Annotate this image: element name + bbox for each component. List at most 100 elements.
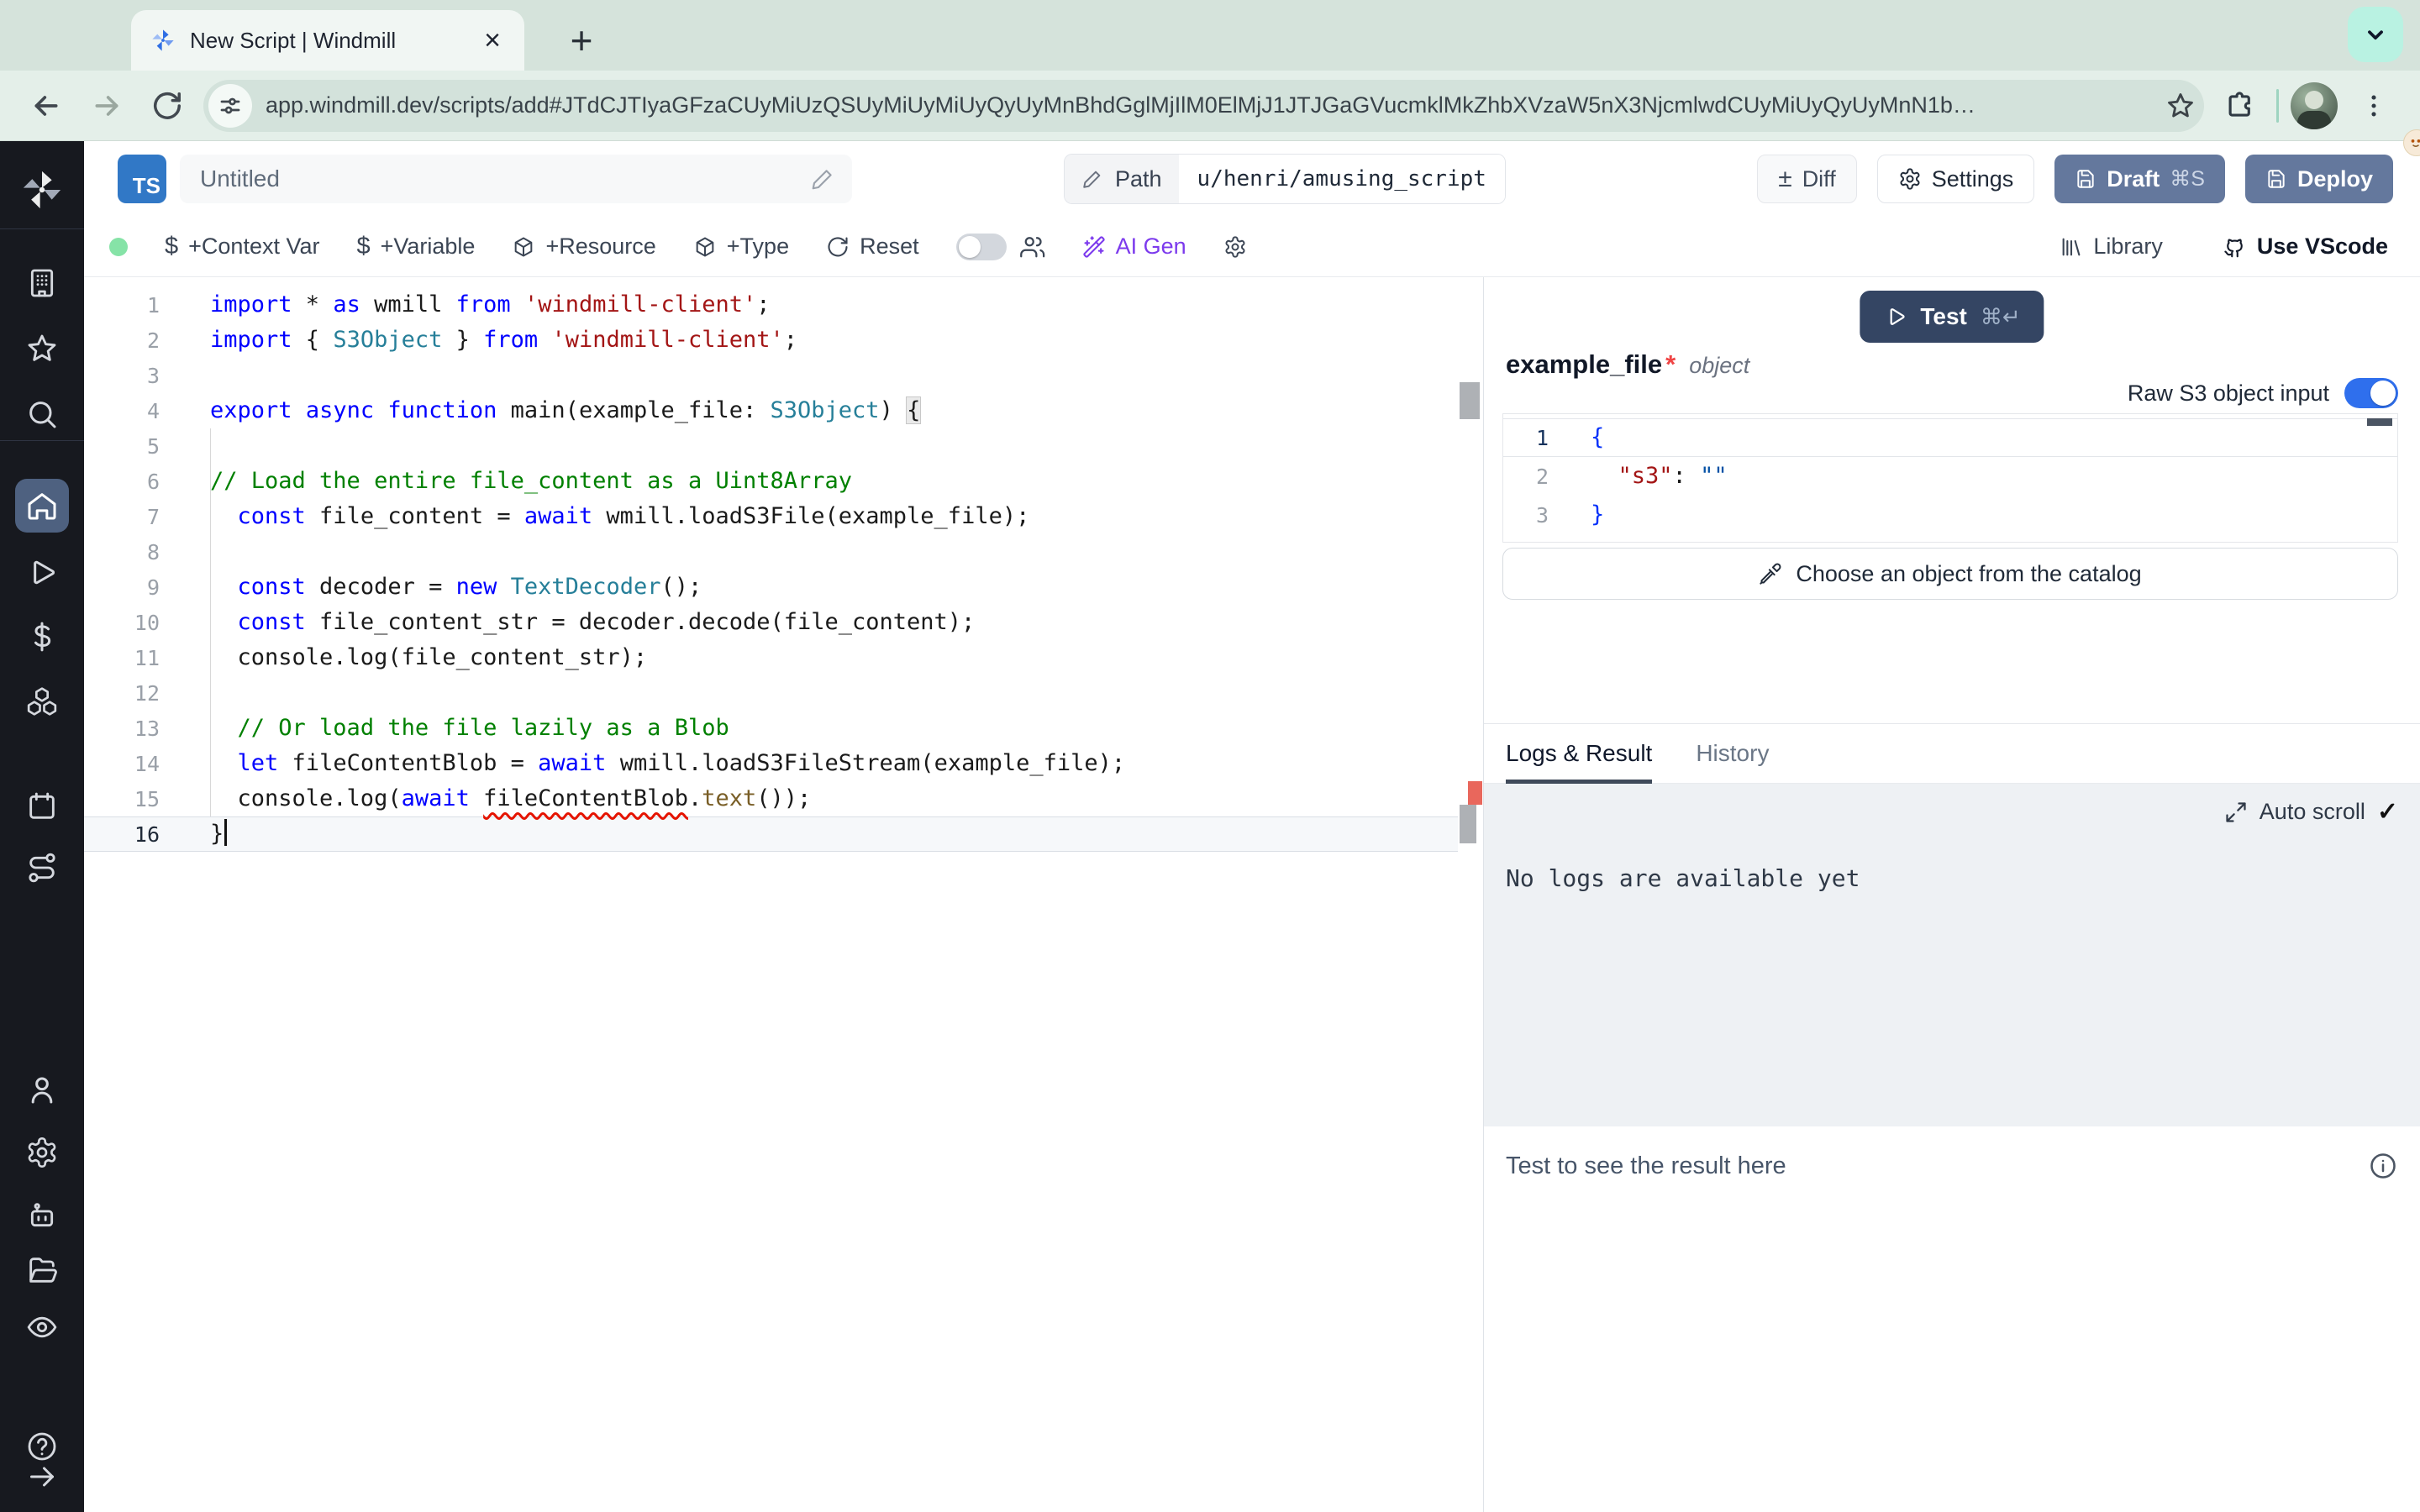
- raw-s3-toggle[interactable]: [2344, 378, 2398, 408]
- sidebar-item-audit eye-icon[interactable]: [15, 1300, 69, 1354]
- ai-gen-button[interactable]: AI Gen: [1082, 234, 1186, 260]
- context-var-label: +Context Var: [188, 234, 319, 260]
- deploy-button[interactable]: Deploy: [2245, 155, 2393, 203]
- editor-scrollbar-thumb[interactable]: [1460, 382, 1480, 419]
- code-line[interactable]: 2import { S3Object } from 'windmill-clie…: [84, 323, 1458, 358]
- toggle-off[interactable]: [956, 234, 1007, 260]
- code-line[interactable]: 14 let fileContentBlob = await wmill.loa…: [84, 746, 1458, 781]
- gear-icon: [1898, 167, 1922, 191]
- code-line[interactable]: 3}: [1503, 496, 2397, 534]
- type-label: +Type: [727, 234, 789, 260]
- settings-button[interactable]: Settings: [1877, 155, 2035, 203]
- test-button[interactable]: Test ⌘↵: [1860, 291, 2044, 343]
- text-cursor: [224, 819, 227, 846]
- logs-panel: Auto scroll ✓ No logs are available yet: [1484, 784, 2420, 1126]
- windmill-logo[interactable]: [15, 163, 69, 217]
- tab-logs-result[interactable]: Logs & Result: [1506, 724, 1652, 783]
- code-line[interactable]: 9 const decoder = new TextDecoder();: [84, 570, 1458, 605]
- add-variable-button[interactable]: $ +Variable: [356, 233, 475, 260]
- reset-button[interactable]: Reset: [826, 234, 919, 260]
- line-number: 16: [84, 822, 168, 847]
- code-line[interactable]: 8: [84, 534, 1458, 570]
- editor-scrollbar-thumb[interactable]: [1460, 805, 1476, 843]
- emoji-badge: [2403, 129, 2420, 156]
- info-icon[interactable]: [2368, 1151, 2398, 1181]
- sidebar-item-users person-icon[interactable]: [15, 1063, 69, 1116]
- sidebar-item-search search-icon[interactable]: [15, 387, 69, 441]
- sidebar-expand arrow-right-icon[interactable]: [15, 1450, 69, 1504]
- line-number: 7: [84, 505, 168, 529]
- avatar[interactable]: [2291, 82, 2338, 129]
- url-text[interactable]: app.windmill.dev/scripts/add#JTdCJTIyaGF…: [266, 92, 2152, 118]
- sidebar-item-variables dollar-icon[interactable]: [15, 610, 69, 664]
- code-line[interactable]: 2 "s3": "": [1503, 457, 2397, 496]
- diff-mode-toggle[interactable]: [956, 234, 1045, 260]
- path-value[interactable]: u/henri/amusing_script: [1179, 155, 1505, 203]
- line-number: 14: [84, 752, 168, 776]
- sidebar-item-runs play-icon[interactable]: [15, 547, 69, 601]
- code-line[interactable]: 4export async function main(example_file…: [84, 393, 1458, 428]
- new-tab-icon[interactable]: +: [555, 13, 608, 67]
- json-scrollbar-thumb[interactable]: [2367, 418, 2392, 426]
- sidebar-item-home home-icon[interactable]: [15, 479, 69, 533]
- code-line[interactable]: 15 console.log(await fileContentBlob.tex…: [84, 781, 1458, 816]
- code-line[interactable]: 11 console.log(file_content_str);: [84, 640, 1458, 675]
- plus-minus-icon: ±: [1778, 166, 1791, 192]
- url-bar[interactable]: app.windmill.dev/scripts/add#JTdCJTIyaGF…: [203, 80, 2204, 132]
- gear-icon: [1223, 235, 1247, 259]
- line-number: 11: [84, 646, 168, 670]
- code-text: console.log(await fileContentBlob.text()…: [168, 781, 811, 816]
- typescript-badge[interactable]: TS: [118, 155, 166, 203]
- extensions-icon[interactable]: [2216, 81, 2265, 130]
- code-line[interactable]: 3: [84, 358, 1458, 393]
- add-type-button[interactable]: +Type: [693, 234, 789, 260]
- deploy-label: Deploy: [2297, 166, 2373, 192]
- back-icon[interactable]: [22, 81, 71, 130]
- code-text: }: [168, 816, 227, 852]
- forward-icon[interactable]: [82, 81, 131, 130]
- sidebar-item-settings gear-icon[interactable]: [15, 1126, 69, 1179]
- tab-search-button[interactable]: [2348, 7, 2403, 62]
- line-number: 5: [84, 434, 168, 459]
- bookmark-star-icon[interactable]: [2165, 91, 2196, 121]
- code-line[interactable]: 7 const file_content = await wmill.loadS…: [84, 499, 1458, 534]
- sidebar-item-schedules calendar-icon[interactable]: [15, 780, 69, 833]
- sidebar-item-folders folder-open-icon[interactable]: [15, 1243, 69, 1297]
- code-line[interactable]: 16}: [84, 816, 1458, 852]
- code-line[interactable]: 1{: [1503, 418, 2397, 457]
- json-input-editor[interactable]: 1{2 "s3": ""3}: [1502, 413, 2398, 543]
- script-name-input[interactable]: Untitled: [180, 155, 852, 203]
- tab-history[interactable]: History: [1696, 724, 1769, 783]
- code-editor[interactable]: 1import * as wmill from 'windmill-client…: [84, 277, 1483, 1512]
- library-button[interactable]: Library: [2060, 234, 2163, 260]
- sidebar-item-workspace building-icon[interactable]: [15, 256, 69, 310]
- browser-tab[interactable]: New Script | Windmill ×: [131, 10, 524, 71]
- diff-button[interactable]: ± Diff: [1757, 155, 1856, 203]
- code-line[interactable]: 6// Load the entire file_content as a Ui…: [84, 464, 1458, 499]
- line-number: 3: [84, 364, 168, 388]
- draft-button[interactable]: Draft ⌘S: [2054, 155, 2225, 203]
- sidebar-item-resources cubes-icon[interactable]: [15, 675, 69, 728]
- sidebar-item-agents robot-icon[interactable]: [15, 1189, 69, 1242]
- close-icon[interactable]: ×: [479, 26, 506, 55]
- menu-dots-icon[interactable]: [2349, 81, 2398, 130]
- line-number: 2: [84, 328, 168, 353]
- choose-object-button[interactable]: Choose an object from the catalog: [1502, 548, 2398, 600]
- code-line[interactable]: 5: [84, 428, 1458, 464]
- sidebar-item-favorites star-icon[interactable]: [15, 322, 69, 375]
- code-line[interactable]: 12: [84, 675, 1458, 711]
- editor-settings-button[interactable]: [1223, 235, 1247, 259]
- reload-icon[interactable]: [143, 81, 192, 130]
- use-vscode-button[interactable]: Use VScode: [2222, 234, 2388, 260]
- line-number: 8: [84, 540, 168, 564]
- auto-scroll-control[interactable]: Auto scroll ✓: [2224, 797, 2398, 827]
- site-info-icon[interactable]: [208, 84, 252, 128]
- result-placeholder-row: Test to see the result here: [1506, 1151, 2398, 1181]
- add-resource-button[interactable]: +Resource: [512, 234, 655, 260]
- code-line[interactable]: 1import * as wmill from 'windmill-client…: [84, 287, 1458, 323]
- code-line[interactable]: 13 // Or load the file lazily as a Blob: [84, 711, 1458, 746]
- sidebar-item-routes route-icon[interactable]: [15, 841, 69, 895]
- add-context-var-button[interactable]: $ +Context Var: [165, 233, 319, 260]
- code-line[interactable]: 10 const file_content_str = decoder.deco…: [84, 605, 1458, 640]
- path-button[interactable]: Path u/henri/amusing_script: [1064, 154, 1506, 204]
